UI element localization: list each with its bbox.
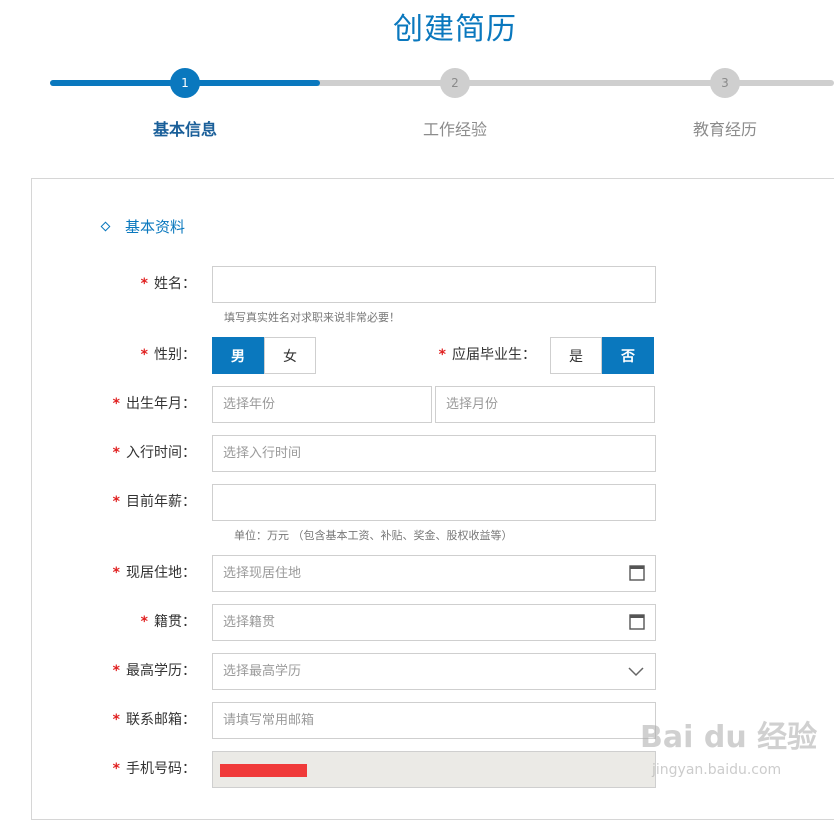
step-1-label[interactable]: 基本信息 [125,116,245,140]
step-3-label[interactable]: 教育经历 [665,116,785,140]
name-hint: 填写真实姓名对求职来说非常必要！ [224,311,400,324]
required-mark: * [438,347,446,363]
name-label: * 姓名： [140,276,196,292]
required-mark: * [112,494,120,510]
required-mark: * [112,396,120,412]
watermark-url: jingyan.baidu.com [652,762,782,778]
education-placeholder: 选择最高学历 [223,664,302,679]
salary-input[interactable] [212,484,656,521]
start-work-select[interactable]: 选择入行时间 [212,435,656,472]
step-1-dot[interactable]: 1 [170,68,200,98]
residence-select[interactable]: 选择现居住地 [212,555,656,592]
residence-label: * 现居住地： [112,565,196,581]
step-3-dot[interactable]: 3 [710,68,740,98]
email-label: * 联系邮箱： [112,712,196,728]
page-title: 创建简历 [393,12,517,47]
education-label: * 最高学历： [112,663,196,679]
step-2-dot[interactable]: 2 [440,68,470,98]
hometown-label: * 籍贯： [140,614,196,630]
name-input[interactable] [212,266,656,303]
required-mark: * [140,347,148,363]
gender-female-button[interactable]: 女 [264,337,316,374]
required-mark: * [112,712,120,728]
salary-hint: 单位：万元 （包含基本工资、补贴、奖金、股权收益等） [234,529,513,542]
hometown-placeholder: 选择籍贯 [223,615,276,630]
email-input[interactable]: 请填写常用邮箱 [212,702,656,739]
salary-label: * 目前年薪： [112,494,196,510]
hometown-select[interactable]: 选择籍贯 [212,604,656,641]
required-mark: * [112,565,120,581]
gender-label: * 性别： [140,347,196,363]
chevron-down-icon [628,667,644,677]
required-mark: * [140,276,148,292]
phone-label: * 手机号码： [112,761,196,777]
required-mark: * [112,663,120,679]
calendar-icon [629,565,645,581]
gender-male-button[interactable]: 男 [212,337,264,374]
start-work-label: * 入行时间： [112,445,196,461]
birth-label: * 出生年月： [112,396,196,412]
calendar-icon [629,614,645,630]
required-mark: * [140,614,148,630]
section-header: 基本资料 [100,216,186,237]
diamond-bullet-icon [100,221,111,232]
birth-year-select[interactable]: 选择年份 [212,386,432,423]
required-mark: * [112,445,120,461]
redaction-mark [220,764,307,777]
required-mark: * [112,761,120,777]
fresh-grad-no-button[interactable]: 否 [602,337,654,374]
fresh-grad-label: * 应届毕业生： [438,347,536,363]
birth-month-select[interactable]: 选择月份 [435,386,655,423]
education-select[interactable]: 选择最高学历 [212,653,656,690]
residence-placeholder: 选择现居住地 [223,566,302,581]
step-2-label[interactable]: 工作经验 [395,116,515,140]
baidu-jingyan-watermark: Bai du 经验 [640,720,818,755]
fresh-grad-yes-button[interactable]: 是 [550,337,602,374]
section-title: 基本资料 [125,218,186,236]
